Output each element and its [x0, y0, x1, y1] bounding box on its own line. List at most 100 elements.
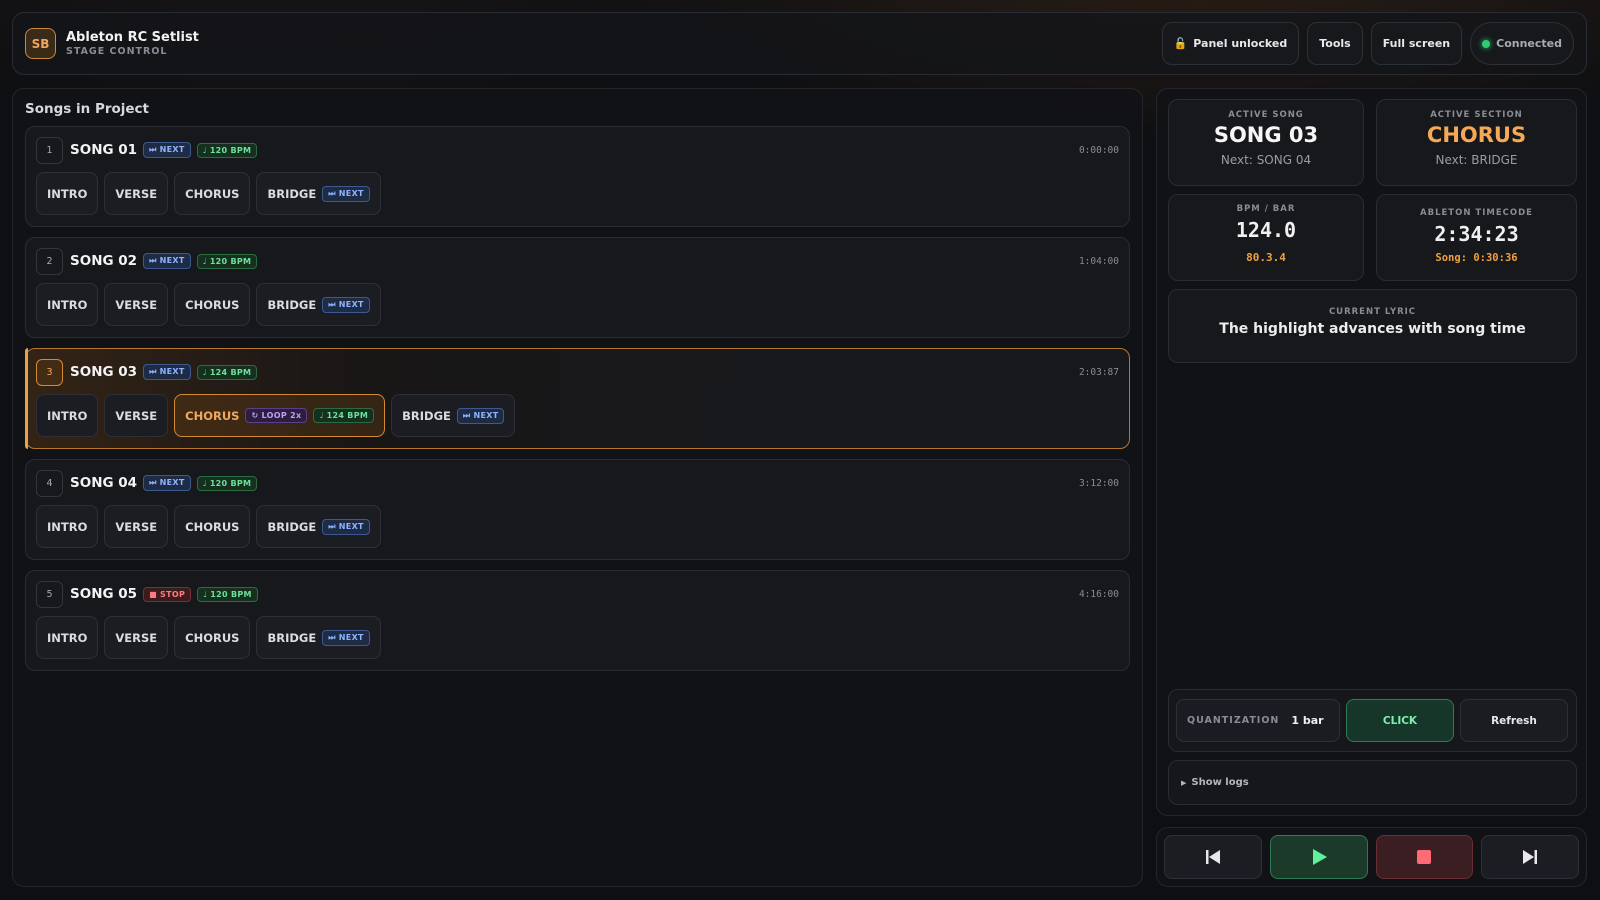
- lyric-card: CURRENT LYRIC The highlight advances wit…: [1168, 289, 1577, 363]
- section-button-verse[interactable]: VERSE: [104, 283, 169, 326]
- previous-button[interactable]: [1164, 835, 1262, 879]
- bpm-label: BPM / BAR: [1236, 204, 1296, 214]
- section-button-intro[interactable]: INTRO: [36, 283, 99, 326]
- header-actions: 🔓 Panel unlocked Tools Full screen Conne…: [1161, 22, 1574, 65]
- lyric-label: CURRENT LYRIC: [1328, 307, 1417, 317]
- song-time-value: Song: 0:30:36: [1435, 252, 1518, 264]
- song-timecode: 3:12:00: [1078, 477, 1119, 489]
- section-label: CHORUS: [185, 408, 240, 423]
- play-button[interactable]: [1269, 835, 1368, 879]
- play-icon: [1312, 849, 1327, 865]
- section-button-intro[interactable]: INTRO: [36, 505, 99, 548]
- section-button-bridge[interactable]: BRIDGE ⏭ NEXT: [256, 172, 381, 215]
- section-loop-badge: ↻ LOOP 2x: [245, 408, 308, 423]
- song-number: 5: [36, 580, 63, 608]
- app-title: Ableton RC Setlist: [66, 30, 199, 45]
- section-button-chorus[interactable]: CHORUS: [174, 505, 251, 548]
- bar-value: 80.3.4: [1246, 251, 1286, 264]
- section-label: BRIDGE: [267, 297, 317, 312]
- section-button-bridge[interactable]: BRIDGE ⏭ NEXT: [256, 505, 381, 548]
- section-button-verse[interactable]: VERSE: [104, 616, 169, 659]
- click-toggle-button[interactable]: CLICK: [1346, 699, 1454, 742]
- section-label: BRIDGE: [402, 408, 451, 423]
- song-name: SONG 04: [70, 475, 138, 491]
- active-section-label: ACTIVE SECTION: [1430, 110, 1523, 120]
- panel-lock-label: Panel unlocked: [1193, 37, 1288, 50]
- section-button-chorus[interactable]: CHORUS: [174, 616, 251, 659]
- bpm-value: 124.0: [1235, 218, 1297, 242]
- songs-panel-title: Songs in Project: [25, 101, 150, 117]
- song-card[interactable]: 1 SONG 01 ⏭ NEXT ♩ 120 BPM 0:00:00 INTRO…: [25, 126, 1130, 227]
- tools-button[interactable]: Tools: [1307, 22, 1363, 65]
- section-label: BRIDGE: [267, 186, 317, 201]
- fullscreen-button[interactable]: Full screen: [1370, 22, 1463, 65]
- songs-panel: Songs in Project 1 SONG 01 ⏭ NEXT ♩ 120 …: [12, 88, 1143, 887]
- lock-icon: 🔓: [1173, 37, 1188, 50]
- active-section-card: ACTIVE SECTION CHORUS Next: BRIDGE: [1376, 99, 1577, 186]
- section-bpm-badge: ♩ 124 BPM: [313, 408, 375, 423]
- section-label: BRIDGE: [267, 630, 317, 645]
- section-button-bridge[interactable]: BRIDGE ⏭ NEXT: [256, 283, 381, 326]
- section-button-intro[interactable]: INTRO: [36, 616, 99, 659]
- section-button-chorus[interactable]: CHORUS: [174, 283, 251, 326]
- song-name: SONG 01: [70, 142, 138, 158]
- song-bpm-badge: ♩ 120 BPM: [196, 253, 258, 269]
- song-action-badge: ⏭ NEXT: [143, 364, 191, 380]
- section-button-chorus[interactable]: CHORUS: [174, 172, 251, 215]
- song-name: SONG 05: [70, 586, 138, 602]
- song-number: 3: [36, 358, 63, 386]
- song-bpm-badge: ♩ 120 BPM: [197, 586, 258, 602]
- skip-forward-icon: [1523, 850, 1538, 864]
- brand: Ableton RC Setlist STAGE CONTROL: [66, 30, 199, 57]
- stop-icon: [1417, 850, 1432, 864]
- section-button-intro[interactable]: INTRO: [36, 394, 99, 437]
- section-next-badge: ⏭ NEXT: [322, 518, 370, 535]
- song-action-badge: ⏭ NEXT: [143, 253, 191, 269]
- skip-back-icon: [1205, 850, 1220, 864]
- expand-triangle-icon: ▶: [1181, 778, 1187, 787]
- active-song-value: SONG 03: [1213, 123, 1319, 147]
- current-lyric: The highlight advances with song time: [1219, 321, 1526, 337]
- song-bpm-badge: ♩ 120 BPM: [196, 142, 258, 158]
- song-timecode: 0:00:00: [1078, 144, 1119, 156]
- song-timecode: 4:16:00: [1078, 588, 1119, 600]
- quantization-value: 1 bar: [1291, 714, 1324, 727]
- control-bar: QUANTIZATION 1 bar CLICK Refresh: [1168, 689, 1577, 752]
- active-section-value: CHORUS: [1426, 123, 1527, 147]
- active-song-card: ACTIVE SONG SONG 03 Next: SONG 04: [1168, 99, 1364, 186]
- song-number: 2: [36, 247, 63, 275]
- song-name: SONG 02: [70, 253, 138, 269]
- section-label: BRIDGE: [267, 519, 317, 534]
- song-card-active[interactable]: 3 SONG 03 ⏭ NEXT ♩ 124 BPM 2:03:87 INTRO…: [25, 348, 1130, 449]
- section-button-intro[interactable]: INTRO: [36, 172, 99, 215]
- panel-lock-button[interactable]: 🔓 Panel unlocked: [1161, 22, 1300, 65]
- song-bpm-badge: ♩ 120 BPM: [196, 475, 258, 491]
- section-button-verse[interactable]: VERSE: [104, 394, 169, 437]
- app-logo: SB: [25, 28, 56, 59]
- section-button-chorus-active[interactable]: CHORUS ↻ LOOP 2x ♩ 124 BPM: [174, 394, 386, 437]
- song-card[interactable]: 5 SONG 05 ■ STOP ♩ 120 BPM 4:16:00 INTRO…: [25, 570, 1130, 671]
- section-button-verse[interactable]: VERSE: [104, 505, 169, 548]
- song-number: 1: [36, 136, 63, 164]
- app-header: SB Ableton RC Setlist STAGE CONTROL 🔓 Pa…: [12, 12, 1587, 75]
- next-button[interactable]: [1481, 835, 1579, 879]
- section-button-bridge[interactable]: BRIDGE ⏭ NEXT: [256, 616, 381, 659]
- section-button-bridge[interactable]: BRIDGE ⏭ NEXT: [391, 394, 516, 437]
- stop-button[interactable]: [1375, 835, 1474, 879]
- song-action-badge: ⏭ NEXT: [143, 142, 191, 158]
- quantization-label: QUANTIZATION: [1187, 715, 1280, 726]
- next-section-text: Next: BRIDGE: [1435, 153, 1518, 167]
- song-action-badge: ■ STOP: [143, 586, 192, 602]
- app-subtitle: STAGE CONTROL: [66, 46, 168, 57]
- timecode-card: ABLETON TIMECODE 2:34:23 Song: 0:30:36: [1376, 194, 1577, 281]
- song-card[interactable]: 4 SONG 04 ⏭ NEXT ♩ 120 BPM 3:12:00 INTRO…: [25, 459, 1130, 560]
- section-next-badge: ⏭ NEXT: [322, 296, 370, 313]
- refresh-button[interactable]: Refresh: [1460, 699, 1568, 742]
- section-button-verse[interactable]: VERSE: [104, 172, 169, 215]
- song-card[interactable]: 2 SONG 02 ⏭ NEXT ♩ 120 BPM 1:04:00 INTRO…: [25, 237, 1130, 338]
- timecode-value: 2:34:23: [1434, 222, 1519, 246]
- show-logs-toggle[interactable]: ▶ Show logs: [1168, 760, 1577, 805]
- next-song-text: Next: SONG 04: [1220, 153, 1312, 167]
- show-logs-label: Show logs: [1191, 777, 1249, 788]
- quantization-select[interactable]: QUANTIZATION 1 bar: [1176, 699, 1340, 742]
